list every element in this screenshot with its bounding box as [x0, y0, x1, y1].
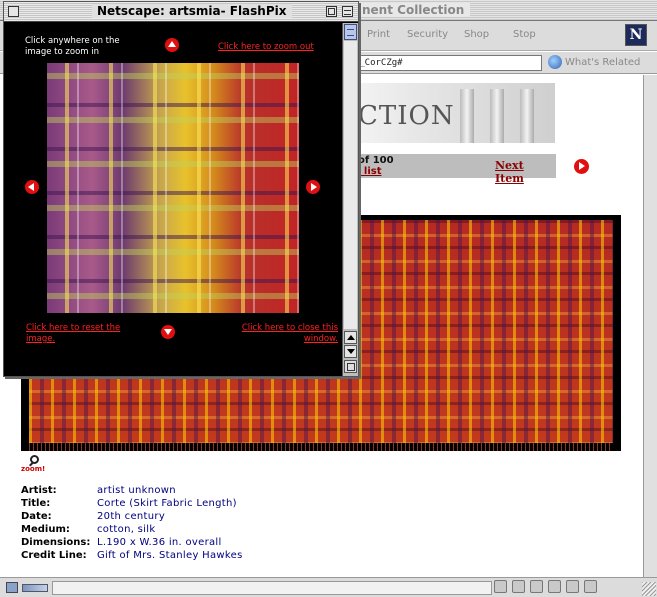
composer-icon[interactable] — [566, 580, 579, 593]
title-label: Title: — [21, 498, 51, 509]
scroll-up-icon[interactable] — [344, 331, 357, 344]
item-nav-bar: of 100 m list Next Item — [350, 154, 556, 185]
resize-grip[interactable] — [642, 582, 656, 596]
arrow-left-icon[interactable] — [25, 180, 39, 194]
flashpix-popup-window: Netscape: artsmia- FlashPix Click anywhe… — [3, 1, 359, 377]
scroll-down-icon[interactable] — [344, 345, 357, 358]
mail-icon[interactable] — [512, 580, 525, 593]
collapse-box-icon[interactable] — [342, 6, 353, 17]
navigator-icon[interactable] — [494, 580, 507, 593]
zoom-out-link[interactable]: Click here to zoom out — [218, 42, 336, 53]
security-button[interactable]: Security — [407, 29, 448, 40]
banner-pillar — [490, 89, 504, 143]
zoom-link[interactable]: zoom! — [21, 455, 51, 473]
dimensions-value: L.190 x W.36 in. overall — [97, 537, 222, 548]
credit-line-label: Credit Line: — [21, 550, 87, 561]
artist-value: artist unknown — [97, 485, 176, 496]
next-item-link[interactable]: Next Item — [495, 159, 556, 185]
edit-icon[interactable] — [584, 580, 597, 593]
date-label: Date: — [21, 511, 52, 522]
netscape-logo-icon[interactable]: N — [625, 24, 647, 46]
page-scrollbar[interactable] — [643, 75, 657, 577]
location-field[interactable]: uia_CorCZg# — [340, 55, 542, 71]
medium-label: Medium: — [21, 524, 70, 535]
artist-label: Artist: — [21, 485, 57, 496]
textile-fringe — [29, 443, 613, 451]
popup-title: Netscape: artsmia- FlashPix — [92, 4, 292, 18]
globe-icon — [548, 55, 562, 69]
whats-related-label: What's Related — [565, 57, 641, 68]
zoomed-textile-image[interactable] — [47, 63, 299, 313]
arrow-right-icon[interactable] — [306, 180, 320, 194]
shop-button[interactable]: Shop — [464, 29, 489, 40]
browser-title: nent Collection — [356, 3, 471, 17]
newsgroups-icon[interactable] — [530, 580, 543, 593]
dimensions-label: Dimensions: — [21, 537, 91, 548]
medium-value: cotton, silk — [97, 524, 156, 535]
zoom-box-icon[interactable] — [326, 6, 337, 17]
print-button[interactable]: Print — [367, 29, 390, 40]
lock-icon[interactable] — [6, 582, 18, 593]
zoom-label: zoom! — [21, 465, 46, 473]
banner-text: CTION — [358, 101, 455, 131]
title-value: Corte (Skirt Fabric Length) — [97, 498, 237, 509]
popup-scrollbar[interactable] — [342, 23, 358, 376]
status-progress — [52, 581, 492, 595]
popup-titlebar[interactable]: Netscape: artsmia- FlashPix — [4, 2, 358, 22]
arrow-down-icon[interactable] — [161, 325, 175, 339]
item-count: of 100 — [358, 155, 394, 166]
status-bar — [0, 577, 657, 597]
reset-image-link[interactable]: Click here to reset the image. — [26, 323, 146, 345]
collection-banner: CTION — [350, 83, 555, 143]
component-bar — [494, 580, 597, 596]
close-box-icon[interactable] — [8, 6, 19, 17]
close-window-link[interactable]: Click here to close this window. — [212, 323, 338, 345]
grow-box-icon[interactable] — [344, 360, 357, 373]
flashpix-viewer: Click anywhere on the image to zoom in C… — [4, 23, 342, 376]
banner-pillar — [520, 89, 534, 143]
address-book-icon[interactable] — [548, 580, 561, 593]
arrow-up-icon[interactable] — [165, 38, 179, 52]
scroll-track[interactable] — [344, 41, 357, 329]
stop-button[interactable]: Stop — [513, 29, 536, 40]
whats-related-button[interactable]: What's Related — [548, 54, 640, 72]
zoom-instruction: Click anywhere on the image to zoom in — [25, 36, 120, 57]
banner-pillar — [460, 89, 474, 143]
connection-icon — [22, 584, 48, 592]
scroll-thumb[interactable] — [344, 24, 357, 40]
next-arrow-icon[interactable] — [574, 159, 589, 174]
magnifier-icon — [30, 455, 39, 464]
date-value: 20th century — [97, 511, 166, 522]
credit-line-value: Gift of Mrs. Stanley Hawkes — [97, 550, 243, 561]
